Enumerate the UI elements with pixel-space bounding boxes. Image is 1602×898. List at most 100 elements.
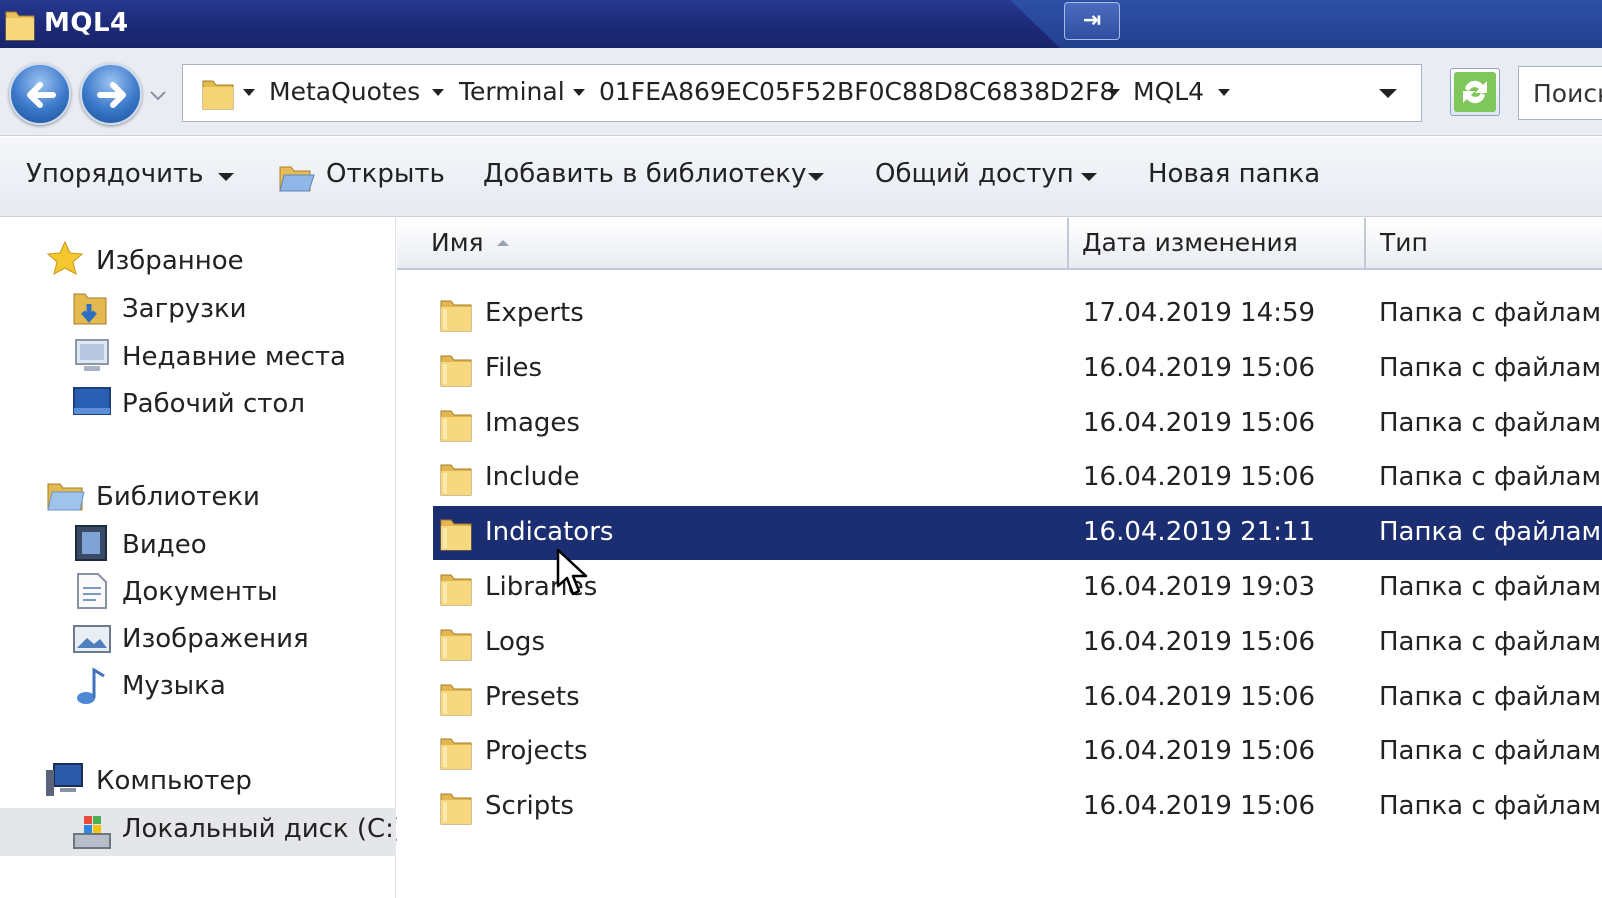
command-bar: Упорядочить Открыть Добавить в библиотек… <box>0 137 1602 217</box>
open-button[interactable]: Открыть <box>326 159 445 189</box>
file-type: Папка с файлами <box>1379 462 1602 493</box>
folder-icon <box>440 300 472 332</box>
share-button[interactable]: Общий доступ <box>875 159 1074 189</box>
breadcrumb-arrow-icon[interactable] <box>243 89 255 96</box>
back-button[interactable] <box>9 63 71 125</box>
address-dropdown-icon[interactable] <box>1379 89 1397 98</box>
search-placeholder: Поиск <box>1533 79 1602 108</box>
file-row[interactable]: Presets 16.04.2019 15:06 Папка с файлами <box>433 671 1602 725</box>
file-type: Папка с файлами <box>1379 517 1602 548</box>
file-type: Папка с файлами <box>1379 736 1602 767</box>
breadcrumb-terminal[interactable]: Terminal <box>459 77 565 106</box>
share-dropdown-icon[interactable] <box>1081 173 1097 181</box>
breadcrumb-arrow-icon[interactable] <box>1108 89 1120 96</box>
file-modified-date: 16.04.2019 19:03 <box>1083 572 1316 602</box>
organize-dropdown-icon[interactable] <box>218 173 234 181</box>
add-to-library-button[interactable]: Добавить в библиотеку <box>483 159 806 189</box>
file-row[interactable]: Logs 16.04.2019 15:06 Папка с файлами <box>433 616 1602 670</box>
file-type: Папка с файлами <box>1379 681 1602 712</box>
file-modified-date: 16.04.2019 15:06 <box>1083 681 1316 712</box>
open-folder-icon <box>279 166 315 192</box>
nav-music[interactable]: Музыка <box>122 671 226 701</box>
column-resize-handle[interactable] <box>1067 218 1069 270</box>
file-row[interactable]: Projects 16.04.2019 15:06 Папка с файлами <box>433 725 1602 779</box>
column-type-header[interactable]: Тип <box>1380 228 1428 257</box>
column-date-header[interactable]: Дата изменения <box>1082 228 1298 257</box>
file-name: Include <box>485 462 580 493</box>
breadcrumb-mql4[interactable]: MQL4 <box>1133 77 1204 106</box>
file-row[interactable]: Include 16.04.2019 15:06 Папка с файлами <box>433 451 1602 505</box>
new-folder-button[interactable]: Новая папка <box>1148 159 1320 189</box>
folder-icon <box>440 629 472 661</box>
video-icon <box>75 525 107 561</box>
nav-documents[interactable]: Документы <box>122 577 278 607</box>
column-resize-handle[interactable] <box>1364 218 1366 270</box>
search-input[interactable]: Поиск <box>1518 66 1602 120</box>
file-modified-date: 16.04.2019 15:06 <box>1083 791 1316 822</box>
nav-desktop[interactable]: Рабочий стол <box>122 389 305 419</box>
nav-downloads[interactable]: Загрузки <box>122 294 247 324</box>
add-to-library-dropdown-icon[interactable] <box>808 173 824 181</box>
folder-icon <box>202 80 234 110</box>
file-type: Папка с файлами <box>1379 298 1602 328</box>
refresh-button[interactable] <box>1450 68 1500 116</box>
file-type: Папка с файлами <box>1379 626 1602 657</box>
file-type: Папка с файлами <box>1379 572 1602 602</box>
nav-local-disk[interactable]: Локальный диск (C:) <box>122 814 404 844</box>
breadcrumb-metaquotes[interactable]: MetaQuotes <box>269 77 420 106</box>
folder-icon <box>440 574 472 606</box>
snap-button[interactable]: ⇥ <box>1064 2 1120 40</box>
file-name: Logs <box>485 626 545 657</box>
file-modified-date: 16.04.2019 15:06 <box>1083 407 1316 438</box>
navigation-pane: Избранное Загрузки Недавние места Рабочи… <box>0 218 404 898</box>
file-modified-date: 16.04.2019 15:06 <box>1083 352 1316 383</box>
sort-ascending-icon <box>497 240 509 246</box>
file-row[interactable]: Experts 17.04.2019 14:59 Папка с файлами <box>433 287 1602 341</box>
breadcrumb-arrow-icon[interactable] <box>573 89 585 96</box>
nav-pictures[interactable]: Изображения <box>122 624 309 654</box>
column-header-row: Имя Дата изменения Тип <box>397 218 1602 270</box>
file-row[interactable]: Images 16.04.2019 15:06 Папка с файлами <box>433 397 1602 451</box>
nav-favorites[interactable]: Избранное <box>96 246 244 276</box>
window-title: MQL4 <box>44 8 129 38</box>
history-dropdown-icon[interactable] <box>148 86 168 106</box>
recent-places-icon <box>75 339 109 371</box>
nav-video[interactable]: Видео <box>122 530 207 560</box>
downloads-folder-icon <box>73 293 107 325</box>
address-bar: MetaQuotes Terminal 01FEA869EC05F52BF0C8… <box>0 48 1602 136</box>
address-path[interactable]: MetaQuotes Terminal 01FEA869EC05F52BF0C8… <box>182 64 1422 122</box>
mouse-cursor-icon <box>556 548 588 596</box>
file-row[interactable]: Libraries 16.04.2019 19:03 Папка с файлами <box>433 561 1602 615</box>
file-type: Папка с файлами <box>1379 407 1602 438</box>
folder-icon <box>440 355 472 387</box>
nav-computer[interactable]: Компьютер <box>96 766 252 796</box>
file-name: Experts <box>485 298 584 328</box>
refresh-icon <box>1454 72 1496 112</box>
folder-icon <box>5 11 35 41</box>
arrow-left-icon <box>27 82 56 108</box>
file-name: Scripts <box>485 791 574 822</box>
computer-icon <box>46 763 83 796</box>
file-row[interactable]: Files 16.04.2019 15:06 Папка с файлами <box>433 342 1602 396</box>
breadcrumb-arrow-icon[interactable] <box>1218 89 1230 96</box>
file-modified-date: 16.04.2019 15:06 <box>1083 462 1316 493</box>
file-row[interactable]: Scripts 16.04.2019 15:06 Папка с файлами <box>433 780 1602 834</box>
file-modified-date: 17.04.2019 14:59 <box>1083 298 1316 328</box>
file-modified-date: 16.04.2019 15:06 <box>1083 736 1316 767</box>
music-icon <box>77 667 105 704</box>
local-disk-icon <box>73 816 111 849</box>
organize-button[interactable]: Упорядочить <box>26 159 204 189</box>
forward-button[interactable] <box>80 63 142 125</box>
folder-icon <box>440 684 472 716</box>
column-name-header[interactable]: Имя <box>431 228 484 257</box>
breadcrumb-terminal-id[interactable]: 01FEA869EC05F52BF0C88D8C6838D2F8 <box>599 77 1115 106</box>
nav-libraries[interactable]: Библиотеки <box>96 482 260 512</box>
file-name: Images <box>485 407 580 438</box>
nav-local-disk-row[interactable]: Локальный диск (C:) <box>0 808 404 856</box>
file-modified-date: 16.04.2019 15:06 <box>1083 626 1316 657</box>
arrow-right-icon <box>97 82 126 108</box>
breadcrumb-arrow-icon[interactable] <box>432 89 444 96</box>
file-row[interactable]: Indicators 16.04.2019 21:11 Папка с файлам… <box>433 506 1602 561</box>
file-name: Presets <box>485 681 580 712</box>
nav-recent-places[interactable]: Недавние места <box>122 342 346 372</box>
